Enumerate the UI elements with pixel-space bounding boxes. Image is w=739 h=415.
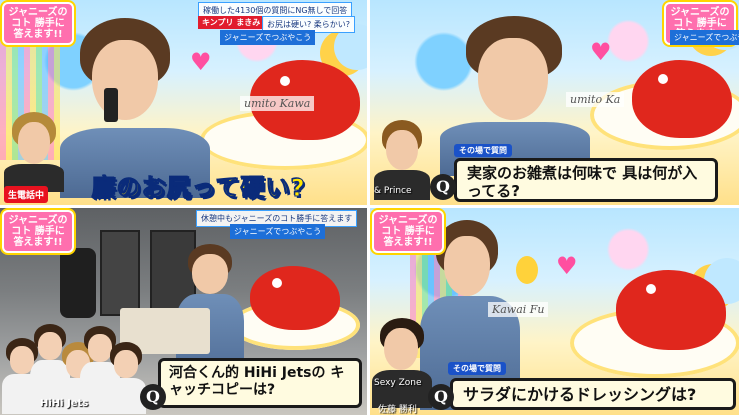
red-mascot [632, 60, 732, 138]
hashtag-bar: ジャニーズでつぶやこう [670, 30, 739, 45]
name-card: umito Ka [566, 92, 625, 107]
name-card: umito Kawa [240, 96, 315, 111]
main-caption: 廉のお尻って硬い? [92, 174, 306, 203]
show-logo: ジャニーズのコト 勝手に答えます!! [372, 210, 444, 253]
member-name: 佐藤 勝利 [378, 405, 417, 415]
panel-phone-call: ♥ ジャニーズのコト 勝手に答えます!! 稼働した4130個の質問にNG無しで回… [0, 0, 367, 205]
screenshot-collage: ♥ ジャニーズのコト 勝手に答えます!! 稼働した4130個の質問にNG無しで回… [0, 0, 739, 415]
hashtag-bar: ジャニーズでつぶやこう [220, 30, 316, 45]
live-call-badge: 生電話中 [4, 186, 49, 203]
panel-salad-question: ♥ ジャニーズのコト 勝手に答えます!! Kawai Fu Sexy Zone … [370, 208, 739, 415]
red-mascot [250, 266, 340, 330]
guest-inset [372, 318, 432, 408]
question-tag: その場で質問 [448, 362, 506, 375]
question-icon: Q [140, 384, 166, 410]
red-mascot [616, 270, 726, 350]
panel-backstage: ジャニーズのコト 勝手に答えます!! 休憩中もジャニーズのコト勝手に答えます ジ… [0, 208, 367, 415]
group-name: & Prince [374, 186, 412, 196]
hashtag-bar: ジャニーズでつぶやこう [230, 224, 326, 239]
question-tag: その場で質問 [454, 144, 512, 157]
door [100, 230, 140, 316]
heart-icon: ♥ [556, 252, 578, 280]
question-box: 実家のお雑煮は何味で 具は何が入ってる? [454, 158, 718, 202]
show-logo: ジャニーズのコト 勝手に答えます!! [2, 2, 74, 45]
coat-stand [60, 248, 96, 318]
group-name: Sexy Zone [374, 378, 422, 388]
question-icon: Q [430, 174, 456, 200]
heart-icon: ♥ [590, 38, 612, 66]
question-box: サラダにかけるドレッシングは? [450, 378, 736, 410]
phone-icon [104, 88, 118, 122]
name-card: Kawai Fu [488, 302, 549, 317]
question-box: 河合くん的 HiHi Jetsの キャッチコピーは? [158, 358, 362, 408]
group-label: HiHi Jets [40, 398, 89, 409]
question-icon: Q [428, 384, 454, 410]
show-logo: ジャニーズのコト 勝手に答えます!! [2, 210, 74, 253]
guest-inset [4, 112, 64, 192]
tag-bar: キンプリ まきみ [198, 16, 265, 29]
panel-interview: ♥ ジャニーズのコト 勝手に答えます!! ジャニーズでつぶやこう umito K… [370, 0, 739, 205]
